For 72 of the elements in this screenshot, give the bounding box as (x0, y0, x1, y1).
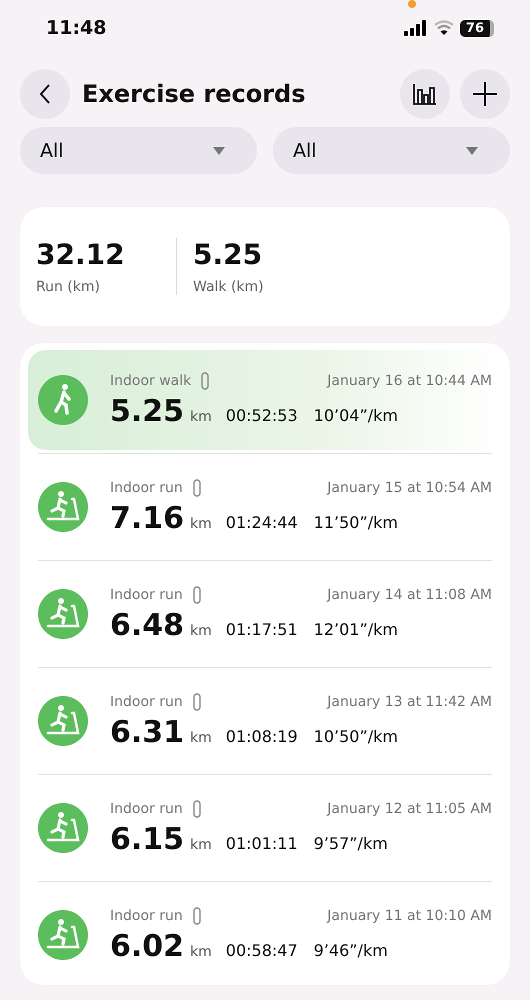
record-distance: 6.02 (110, 928, 184, 964)
watch-icon (192, 800, 201, 818)
page-title: Exercise records (82, 80, 306, 108)
record-row[interactable]: Indoor run January 12 at 11:05 AM 6.15 km 01:01:11 9’57”/km (28, 778, 502, 878)
plus-icon (472, 81, 498, 107)
status-time: 11:48 (46, 17, 106, 39)
distance-unit: km (190, 622, 212, 638)
summary-label: Run (km) (36, 279, 101, 295)
record-pace: 10’04”/km (314, 406, 398, 424)
wifi-icon (434, 20, 454, 36)
add-button[interactable] (460, 69, 510, 119)
distance-unit: km (190, 516, 212, 532)
record-pace: 9’57”/km (314, 834, 388, 852)
distance-unit: km (190, 730, 212, 746)
watch-icon (201, 372, 210, 390)
record-distance: 7.16 (110, 500, 184, 536)
record-pace: 9’46”/km (314, 940, 388, 960)
treadmill-runner-icon (38, 803, 88, 853)
record-pace: 12’01”/km (314, 620, 398, 638)
record-date: January 11 at 10:10 AM (327, 908, 492, 924)
summary-value: 32.12 (36, 238, 126, 271)
watch-icon (192, 692, 201, 710)
treadmill-runner-icon (38, 482, 88, 532)
record-type: Indoor walk (110, 372, 192, 388)
record-type: Indoor run (110, 908, 183, 924)
record-duration: 01:17:51 (226, 620, 298, 638)
record-type: Indoor run (110, 586, 183, 602)
watch-icon (192, 586, 201, 604)
record-date: January 16 at 10:44 AM (327, 372, 492, 388)
record-type: Indoor run (110, 694, 183, 710)
record-row[interactable]: Indoor run January 13 at 11:42 AM 6.31 km 01:08:19 10’50”/km (28, 671, 502, 771)
treadmill-runner-icon (38, 589, 88, 639)
record-duration: 01:01:11 (226, 834, 298, 852)
watch-icon (192, 478, 201, 496)
treadmill-runner-icon (38, 696, 88, 746)
bar-chart-icon (412, 82, 438, 106)
treadmill-runner-icon (38, 910, 88, 960)
record-date: January 14 at 11:08 AM (327, 586, 492, 602)
statistics-button[interactable] (400, 69, 450, 119)
record-date: January 13 at 11:42 AM (327, 694, 492, 710)
record-duration: 01:24:44 (226, 512, 298, 532)
distance-unit: km (190, 836, 212, 852)
record-date: January 15 at 10:54 AM (327, 480, 492, 496)
record-distance: 6.15 (110, 822, 184, 856)
record-row[interactable]: Indoor run January 15 at 10:54 AM 7.16 km 01:24:44 11’50”/km (28, 457, 502, 557)
record-date: January 12 at 11:05 AM (327, 800, 492, 816)
distance-unit: km (190, 944, 212, 960)
dropdown-caret-icon (213, 146, 225, 154)
walking-person-icon (38, 375, 88, 425)
record-row[interactable]: Indoor run January 14 at 11:08 AM 6.48 km 01:17:51 12’01”/km (28, 564, 502, 664)
record-type: Indoor run (110, 800, 183, 816)
filter-dropdown[interactable]: All (273, 127, 510, 174)
distance-unit: km (190, 408, 212, 424)
battery-indicator: 76 (460, 20, 494, 36)
back-icon (38, 83, 52, 105)
record-type: Indoor run (110, 480, 183, 496)
summary-label: Walk (km) (193, 279, 265, 295)
watch-icon (192, 906, 201, 924)
record-distance: 6.31 (110, 714, 184, 750)
record-duration: 00:52:53 (226, 406, 298, 424)
record-distance: 5.25 (110, 394, 184, 428)
record-duration: 01:08:19 (226, 726, 298, 746)
record-distance: 6.48 (110, 608, 184, 642)
back-button[interactable] (20, 69, 70, 119)
record-duration: 00:58:47 (226, 940, 298, 960)
filter-dropdown[interactable]: All (20, 127, 257, 174)
record-row[interactable]: Indoor run January 11 at 10:10 AM 6.02 km 00:58:47 9’46”/km (28, 885, 502, 985)
dropdown-caret-icon (466, 146, 478, 154)
record-pace: 11’50”/km (314, 512, 398, 532)
signal-icon (404, 20, 428, 36)
record-pace: 10’50”/km (314, 726, 398, 746)
summary-value: 5.25 (193, 238, 264, 271)
